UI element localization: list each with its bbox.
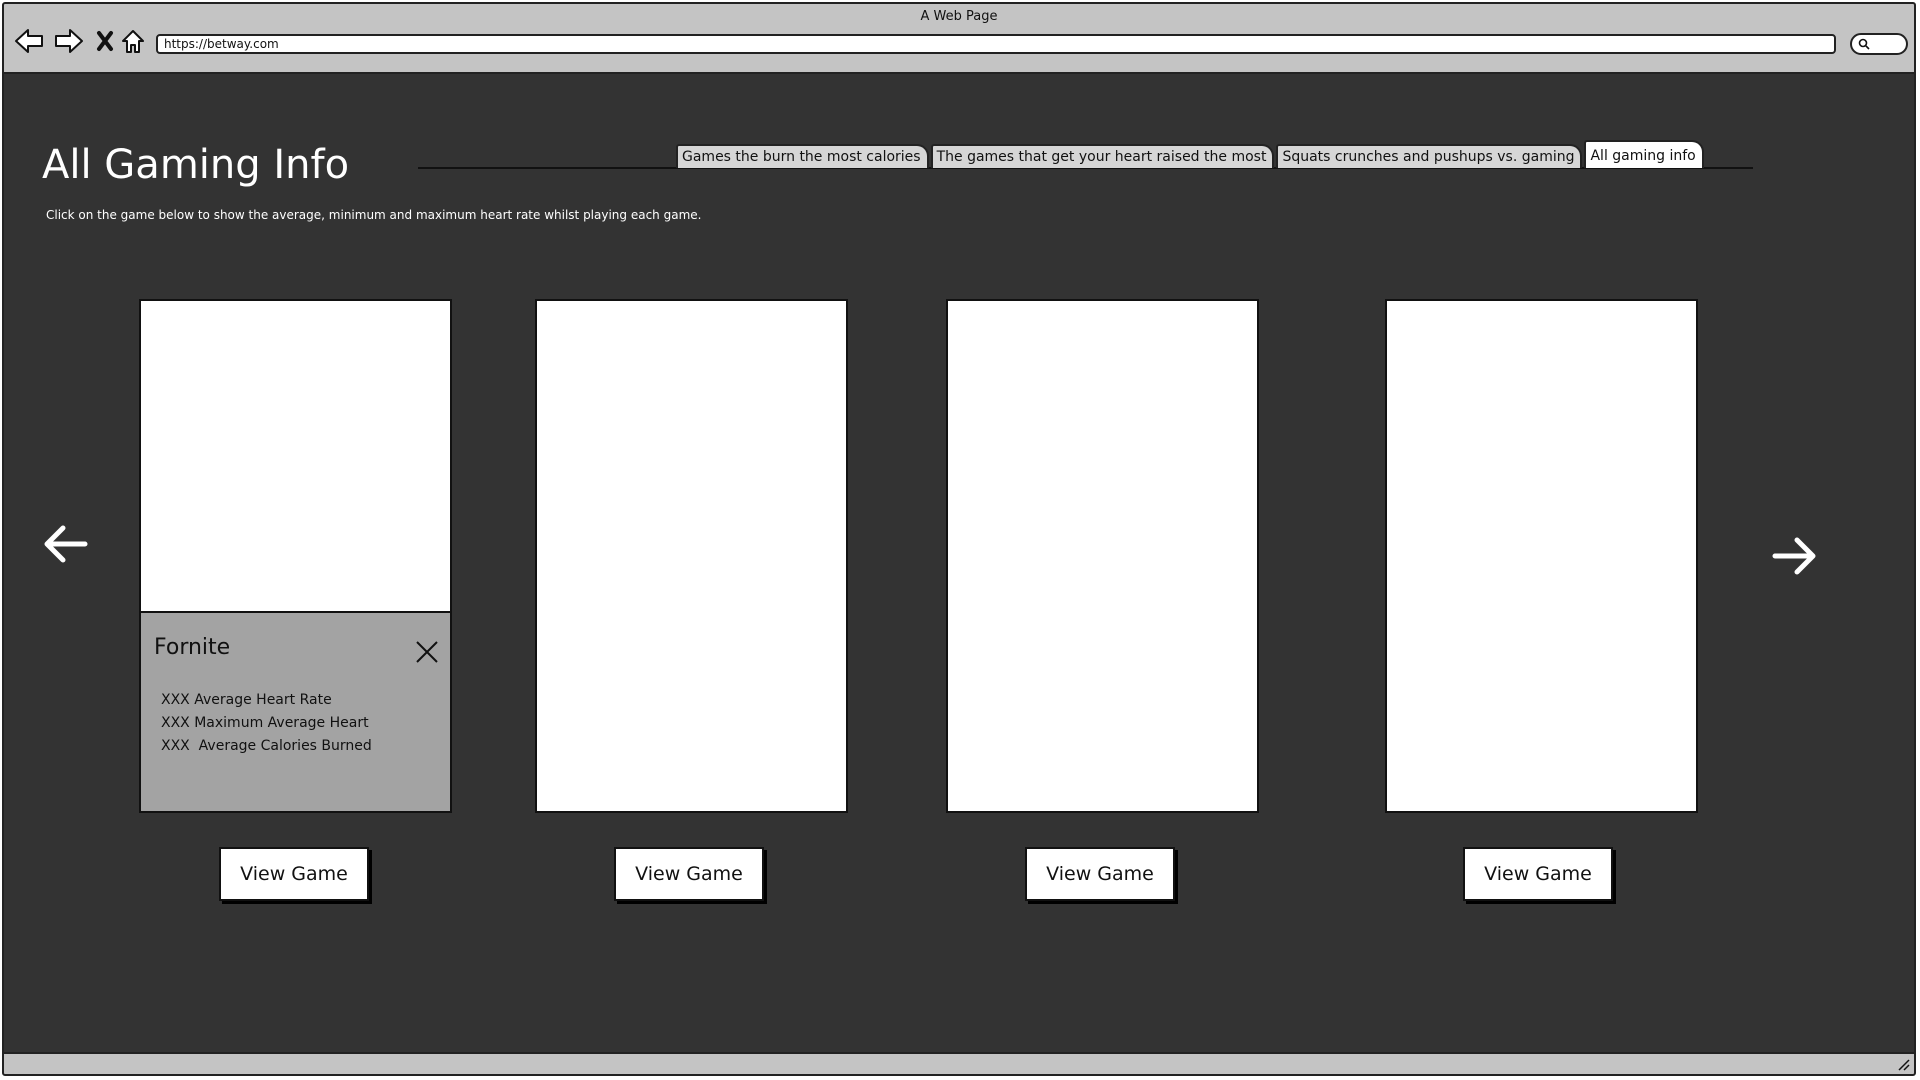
popup-game-title: Fornite bbox=[154, 635, 231, 660]
instructions-text: Click on the game below to show the aver… bbox=[46, 208, 702, 222]
search-icon bbox=[1858, 35, 1870, 54]
forward-arrow-icon[interactable] bbox=[54, 26, 84, 56]
tab-heart-raised[interactable]: The games that get your heart raised the… bbox=[930, 144, 1275, 168]
stat-maximum-heart: XXX Maximum Average Heart bbox=[161, 715, 369, 731]
tab-bar: Games the burn the most calories The gam… bbox=[676, 140, 1706, 168]
arrow-left-icon[interactable] bbox=[41, 519, 91, 569]
game-stats-popup: Fornite XXX Average Heart Rate XXX Maxim… bbox=[141, 611, 450, 811]
home-icon[interactable] bbox=[118, 26, 148, 56]
game-card-3[interactable] bbox=[946, 299, 1259, 813]
back-arrow-icon[interactable] bbox=[14, 26, 44, 56]
page-title: All Gaming Info bbox=[42, 142, 350, 188]
tab-exercise-vs-gaming[interactable]: Squats crunches and pushups vs. gaming bbox=[1276, 144, 1583, 168]
view-game-button-3[interactable]: View Game bbox=[1025, 847, 1175, 901]
game-card-2[interactable] bbox=[535, 299, 848, 813]
game-card-4[interactable] bbox=[1385, 299, 1698, 813]
close-icon[interactable] bbox=[414, 639, 440, 665]
browser-chrome: A Web Page https://betway.com bbox=[4, 4, 1914, 74]
arrow-right-icon[interactable] bbox=[1769, 531, 1819, 581]
popup-stats-list: XXX Average Heart Rate XXX Maximum Avera… bbox=[161, 689, 372, 758]
close-icon[interactable] bbox=[90, 26, 120, 56]
resize-grip-icon[interactable] bbox=[1895, 1056, 1911, 1072]
status-bar bbox=[4, 1052, 1914, 1074]
view-game-button-2[interactable]: View Game bbox=[614, 847, 764, 901]
stat-average-calories: XXX Average Calories Burned bbox=[161, 738, 372, 754]
tab-calories[interactable]: Games the burn the most calories bbox=[676, 144, 929, 168]
browser-search-field[interactable] bbox=[1850, 33, 1908, 55]
tab-all-gaming-info[interactable]: All gaming info bbox=[1584, 140, 1704, 168]
window-title: A Web Page bbox=[920, 9, 998, 24]
browser-window: A Web Page https://betway.com All Gaming… bbox=[2, 2, 1916, 1076]
stat-average-heart-rate: XXX Average Heart Rate bbox=[161, 692, 332, 708]
game-card-1[interactable]: Fornite XXX Average Heart Rate XXX Maxim… bbox=[139, 299, 452, 813]
view-game-button-1[interactable]: View Game bbox=[219, 847, 369, 901]
url-bar[interactable]: https://betway.com bbox=[156, 34, 1836, 54]
view-game-button-4[interactable]: View Game bbox=[1463, 847, 1613, 901]
